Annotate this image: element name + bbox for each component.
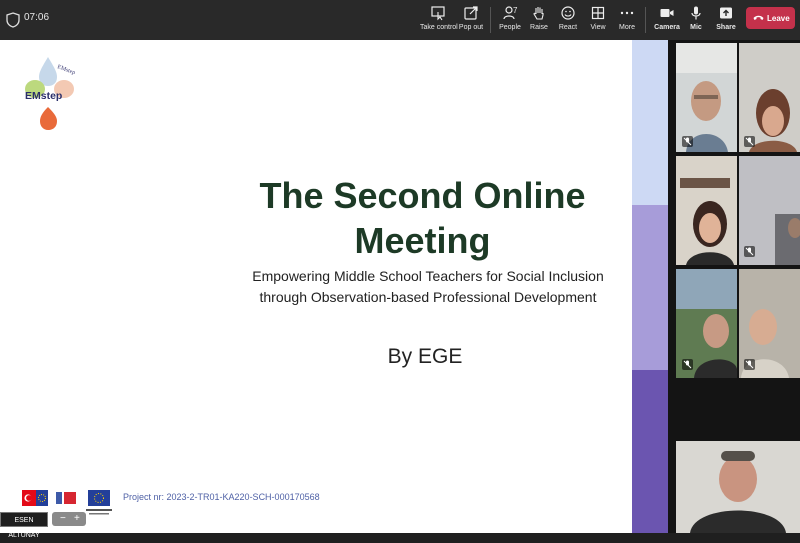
eu-funded-logo-icon — [86, 490, 112, 515]
people-count: 7 — [513, 6, 518, 15]
slide-title: The Second Online Meeting — [250, 173, 595, 263]
pop-out-button[interactable]: Pop out — [458, 3, 484, 37]
pop-out-label: Pop out — [458, 24, 484, 31]
leave-label: Leave — [767, 14, 790, 23]
camera-button[interactable]: Camera — [654, 3, 680, 37]
agency-logo-icon — [56, 492, 76, 504]
participant-gallery — [668, 40, 800, 533]
participant-video-tile[interactable] — [739, 156, 800, 265]
pop-out-icon — [464, 6, 478, 20]
mic-muted-indicator — [744, 136, 755, 147]
mic-muted-indicator — [682, 359, 693, 370]
toolbar-divider — [490, 7, 491, 33]
mic-off-icon — [683, 360, 692, 369]
participant-video-tile[interactable] — [676, 43, 737, 152]
zoom-controls: − + — [52, 512, 86, 526]
participant-video-tile[interactable] — [676, 269, 737, 378]
zoom-out-button[interactable]: − — [60, 512, 66, 525]
mic-muted-indicator — [682, 136, 693, 147]
turkey-flag-icon — [22, 490, 36, 506]
take-control-icon — [431, 6, 445, 21]
eu-flag-icon — [36, 490, 48, 506]
svg-text:EMstep: EMstep — [56, 64, 76, 76]
leave-button[interactable]: Leave — [746, 7, 795, 29]
view-button[interactable]: View — [587, 3, 609, 37]
take-control-button[interactable]: Take control — [420, 3, 458, 37]
raise-hand-button[interactable]: Raise — [528, 3, 550, 37]
people-button[interactable]: 7 People — [496, 3, 524, 37]
mic-off-icon — [683, 137, 692, 146]
shield-icon — [6, 12, 20, 28]
toolbar-divider — [645, 7, 646, 33]
raise-label: Raise — [530, 24, 548, 31]
participant-video-tile[interactable] — [739, 269, 800, 378]
more-label: More — [619, 24, 635, 31]
meeting-toolbar: 07:06 Take control Pop out 7 People Rais… — [0, 0, 800, 40]
slide-edge-stripe — [632, 40, 668, 205]
more-icon — [620, 11, 634, 15]
meeting-timer: 07:06 — [24, 12, 50, 23]
shared-slide: EMstep EMstep The Second Online Meeting … — [0, 40, 632, 539]
smiley-icon — [561, 6, 575, 20]
emstep-logo: EMstep EMstep — [25, 57, 76, 130]
people-label: People — [499, 24, 521, 31]
self-video — [676, 441, 800, 533]
mic-off-icon — [745, 137, 754, 146]
participant-video-tile[interactable] — [676, 156, 737, 265]
slide-edge-stripe — [632, 370, 668, 533]
slide-title-line1: The Second Online — [259, 175, 586, 216]
hand-icon — [533, 7, 544, 20]
mic-muted-indicator — [744, 359, 755, 370]
self-video-tile[interactable] — [676, 441, 800, 533]
svg-text:EMstep: EMstep — [25, 90, 62, 102]
mic-label: Mic — [690, 24, 702, 31]
share-icon — [720, 7, 732, 19]
phone-hangup-icon — [753, 15, 764, 20]
camera-icon — [660, 9, 674, 17]
take-control-label: Take control — [420, 24, 458, 31]
participant-video-tile[interactable] — [739, 43, 800, 152]
microphone-icon — [691, 6, 701, 20]
mic-off-icon — [745, 360, 754, 369]
react-label: React — [558, 24, 578, 31]
slide-edge-stripe — [632, 205, 668, 370]
share-label: Share — [716, 24, 736, 31]
zoom-in-button[interactable]: + — [74, 512, 80, 525]
mic-button[interactable]: Mic — [686, 3, 706, 37]
slide-subtitle-line1: Empowering Middle School Teachers for So… — [252, 268, 604, 284]
presenter-name-tag: ESEN ALTUNAY — [0, 512, 48, 539]
react-button[interactable]: React — [557, 3, 579, 37]
project-number: Project nr: 2023-2-TR01-KA220-SCH-000170… — [123, 492, 320, 502]
more-button[interactable]: More — [616, 3, 638, 37]
camera-label: Camera — [654, 24, 680, 31]
view-label: View — [590, 24, 606, 31]
mic-muted-indicator — [744, 246, 755, 257]
participant-video — [676, 156, 737, 265]
slide-subtitle: Empowering Middle School Teachers for So… — [238, 266, 618, 308]
slide-subtitle-line2: through Observation-based Professional D… — [259, 289, 597, 305]
grid-view-icon — [591, 6, 605, 20]
slide-title-line2: Meeting — [354, 220, 491, 261]
mic-off-icon — [745, 247, 754, 256]
slide-author: By EGE — [387, 345, 463, 368]
share-button[interactable]: Share — [715, 3, 737, 37]
